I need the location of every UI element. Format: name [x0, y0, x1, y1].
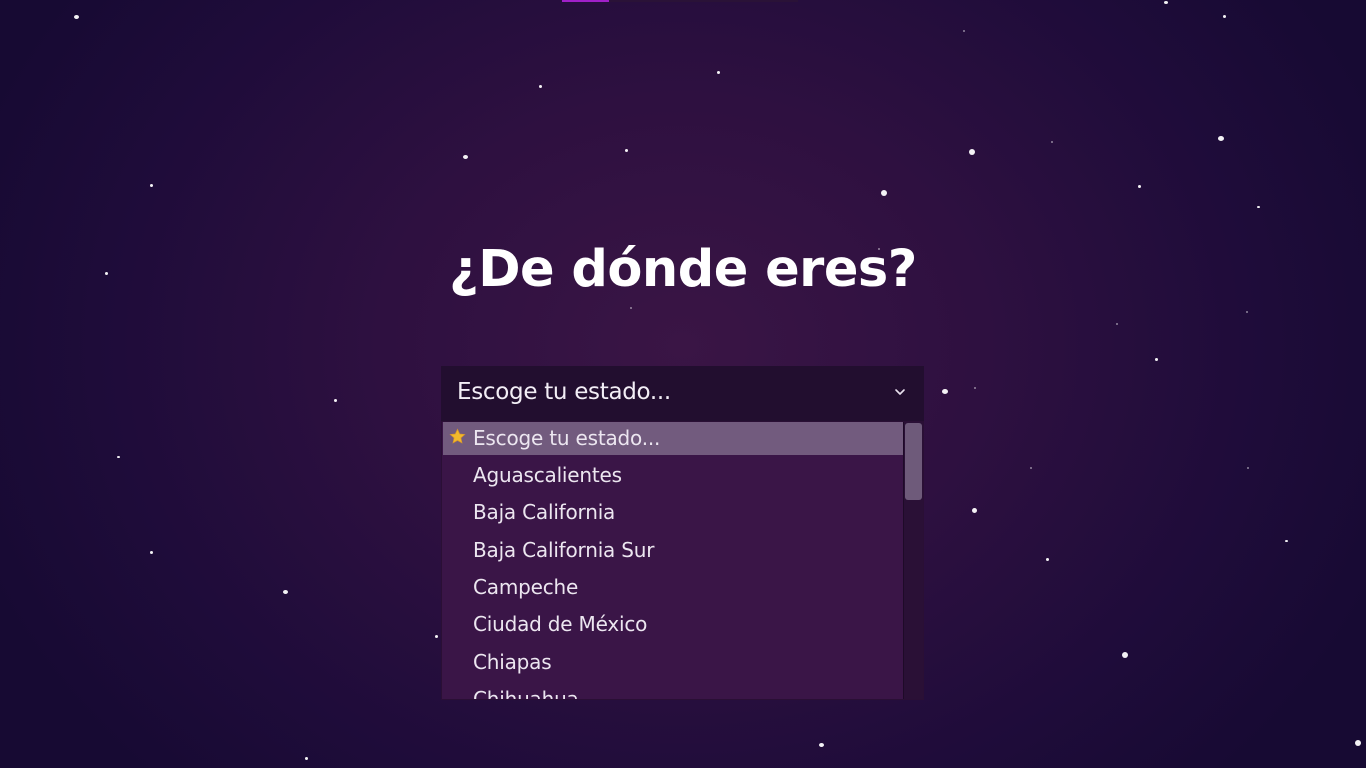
star-dot [1051, 141, 1053, 143]
state-option-campeche[interactable]: Campeche [443, 571, 905, 604]
state-option-label: Campeche [473, 575, 579, 599]
state-select[interactable]: Escoge tu estado... [441, 366, 924, 421]
star-dot [630, 307, 632, 309]
state-option-label: Baja California Sur [473, 538, 655, 562]
state-option-label: Chihuahua [473, 687, 579, 700]
star-dot [74, 15, 79, 19]
star-dot [1116, 323, 1118, 325]
star-dot [942, 389, 948, 394]
star-dot [1247, 467, 1249, 469]
star-dot [1218, 136, 1224, 141]
chevron-down-icon [895, 389, 905, 395]
star-dot [969, 149, 975, 155]
star-dot [963, 30, 965, 32]
page-title: ¿De dónde eres? [449, 240, 917, 299]
star-dot [881, 190, 887, 196]
state-option-baja-california[interactable]: Baja California [443, 496, 905, 529]
star-dot [717, 71, 720, 74]
star-icon [449, 428, 466, 444]
star-dot [1164, 1, 1168, 4]
star-dot [1246, 311, 1248, 313]
state-option-label: Chiapas [473, 650, 552, 674]
star-dot [974, 387, 976, 389]
star-dot [972, 508, 977, 513]
star-dot [305, 757, 308, 760]
star-dot [625, 149, 628, 152]
star-dot [1122, 652, 1128, 658]
state-option-chiapas[interactable]: Chiapas [443, 646, 905, 679]
state-dropdown-list[interactable]: Escoge tu estado... Aguascalientes Baja … [441, 421, 924, 700]
state-option-baja-california-sur[interactable]: Baja California Sur [443, 534, 905, 567]
star-dot [463, 155, 468, 159]
star-dot [1285, 540, 1288, 542]
star-dot [117, 456, 120, 458]
state-option-chihuahua[interactable]: Chihuahua [443, 683, 905, 700]
state-option-label: Baja California [473, 500, 616, 524]
dropdown-scrollbar[interactable] [903, 422, 923, 699]
star-dot [1046, 558, 1049, 561]
star-dot [819, 743, 824, 747]
state-option-ciudad-de-mexico[interactable]: Ciudad de México [443, 608, 905, 641]
star-dot [1138, 185, 1141, 188]
star-dot [283, 590, 288, 594]
star-dot [1155, 358, 1158, 361]
star-dot [1030, 467, 1032, 469]
star-dot [1355, 740, 1361, 746]
star-dot [334, 399, 337, 402]
star-dot [150, 551, 153, 554]
star-dot [539, 85, 542, 88]
progress-bar [562, 0, 798, 2]
state-option-label: Escoge tu estado... [473, 426, 661, 450]
state-option-label: Ciudad de México [473, 612, 648, 636]
star-dot [150, 184, 153, 187]
star-dot [1257, 206, 1260, 208]
star-dot [1223, 15, 1226, 18]
star-dot [435, 635, 438, 638]
state-option-aguascalientes[interactable]: Aguascalientes [443, 459, 905, 492]
state-option-placeholder[interactable]: Escoge tu estado... [443, 422, 905, 455]
state-select-value: Escoge tu estado... [457, 379, 671, 405]
scrollbar-thumb[interactable] [905, 423, 922, 500]
state-option-label: Aguascalientes [473, 463, 622, 487]
progress-bar-fill [562, 0, 610, 2]
